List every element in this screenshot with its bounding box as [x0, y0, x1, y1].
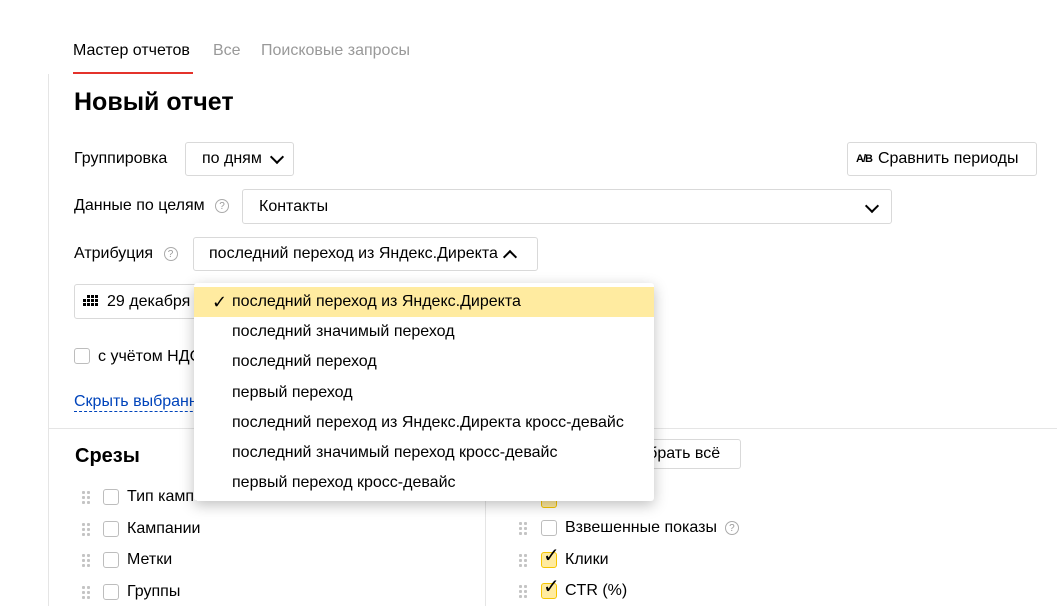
slice-checkbox[interactable] — [103, 489, 119, 505]
drag-handle-icon[interactable] — [82, 585, 92, 600]
drag-handle-icon[interactable] — [519, 522, 529, 536]
drag-handle-icon[interactable] — [82, 491, 92, 505]
drag-handle-icon[interactable] — [82, 522, 92, 537]
goals-label: Данные по целям ? — [74, 197, 230, 215]
chevron-down-icon — [269, 149, 284, 164]
attribution-dropdown: ✓ последний переход из Яндекс.Директа посл… — [194, 283, 654, 501]
date-range-value: 29 декабря — [107, 292, 191, 310]
ab-compare-icon: A/B — [856, 153, 873, 165]
vat-label: с учётом НДС — [98, 348, 202, 365]
slices-title: Срезы — [75, 445, 140, 467]
help-icon[interactable]: ? — [724, 520, 739, 535]
calendar-icon — [83, 294, 98, 306]
attribution-option[interactable]: ✓ последний переход из Яндекс.Директа — [194, 287, 654, 317]
drag-handle-icon[interactable] — [519, 585, 529, 599]
help-icon[interactable]: ? — [215, 198, 230, 213]
help-icon[interactable]: ? — [163, 246, 178, 261]
attribution-option[interactable]: последний переход — [194, 347, 654, 377]
left-divider — [48, 74, 49, 606]
date-range-button[interactable]: 29 декабря — [74, 284, 204, 319]
page-title: Новый отчет — [74, 88, 234, 116]
attribution-option[interactable]: последний значимый переход — [194, 317, 654, 347]
slice-checkbox[interactable] — [103, 552, 119, 568]
grouping-select[interactable]: по дням — [185, 142, 294, 176]
vat-checkbox[interactable] — [74, 348, 90, 364]
grouping-value: по дням — [202, 150, 262, 167]
column-label: CTR (%) — [565, 582, 628, 599]
compare-periods-label: Сравнить периоды — [877, 150, 1019, 167]
attribution-option[interactable]: первый переход кросс-девайс — [194, 468, 654, 498]
column-label: Взвешенные показы? — [565, 519, 739, 537]
drag-handle-icon[interactable] — [519, 553, 529, 568]
checkmark-icon: ✓ — [543, 576, 560, 598]
slice-checkbox[interactable] — [103, 520, 119, 537]
slice-label: Группы — [127, 582, 181, 600]
tab-report-wizard[interactable]: Мастер отчетов — [73, 42, 190, 60]
slice-label: Метки — [127, 551, 173, 568]
attribution-option[interactable]: последний переход из Яндекс.Директа крос… — [194, 408, 654, 438]
chevron-down-icon — [864, 198, 880, 214]
column-checkbox[interactable]: ✓ — [541, 545, 560, 568]
drag-handle-icon[interactable] — [82, 554, 92, 568]
attribution-option[interactable]: последний значимый переход кросс-девайс — [194, 438, 654, 468]
checkmark-icon: ✓ — [212, 292, 228, 312]
column-checkbox[interactable]: ✓ — [541, 576, 560, 599]
checkmark-icon: ✓ — [543, 544, 560, 567]
goals-select[interactable]: Контакты — [242, 189, 892, 224]
attribution-label: Атрибуция ? — [74, 245, 178, 263]
attribution-select[interactable]: последний переход из Яндекс.Директа — [193, 237, 538, 271]
attribution-option[interactable]: первый переход — [194, 378, 654, 408]
tab-search-queries[interactable]: Поисковые запросы — [261, 42, 410, 60]
compare-periods-button[interactable]: A/B Сравнить периоды — [847, 142, 1037, 176]
active-tab-underline — [73, 72, 193, 74]
slice-label: Кампании — [127, 519, 201, 537]
column-checkbox[interactable] — [541, 520, 557, 536]
chevron-up-icon — [502, 249, 517, 264]
goals-value: Контакты — [259, 197, 329, 215]
attribution-value: последний переход из Яндекс.Директа — [209, 245, 498, 262]
grouping-label: Группировка — [74, 150, 168, 167]
column-label: Клики — [565, 550, 609, 568]
slice-checkbox[interactable] — [103, 583, 119, 600]
tab-all[interactable]: Все — [213, 42, 241, 60]
